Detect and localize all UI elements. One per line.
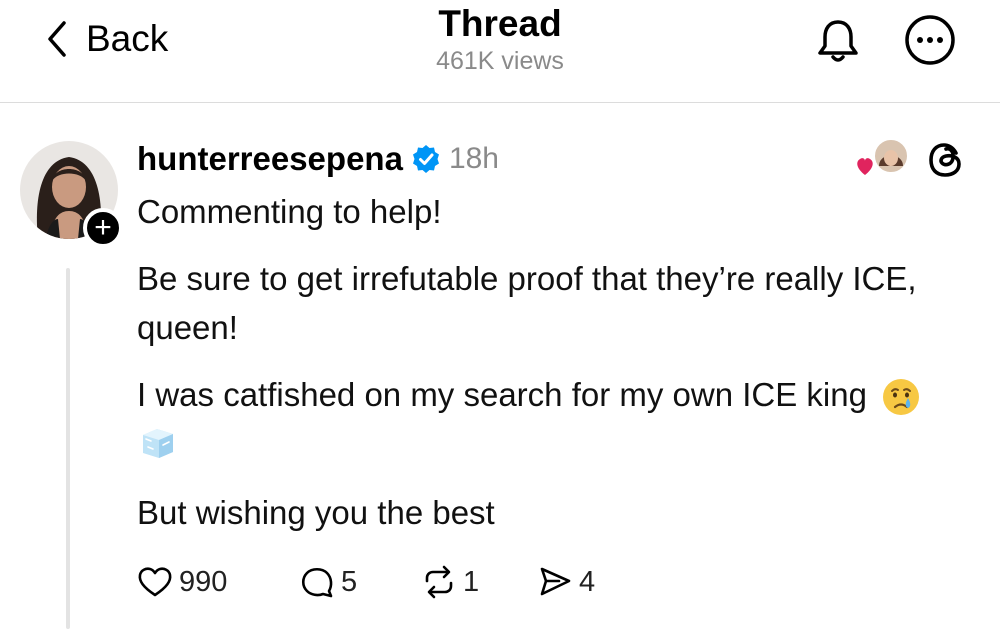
post-header: hunterreesepena 18h: [137, 137, 499, 181]
post-text-line: Commenting to help!: [137, 193, 442, 230]
threads-logo-icon[interactable]: [927, 140, 967, 180]
share-button[interactable]: 4: [537, 560, 595, 604]
bell-icon[interactable]: [813, 16, 863, 66]
share-count: 4: [579, 565, 596, 598]
crying-face-emoji: [882, 379, 919, 416]
reply-count: 5: [341, 565, 358, 598]
share-icon: [540, 567, 571, 596]
liked-by-author-icon: [857, 138, 909, 175]
username[interactable]: hunterreesepena: [137, 140, 403, 178]
back-label: Back: [86, 18, 169, 59]
back-button[interactable]: Back: [44, 14, 168, 64]
header-divider: [0, 102, 1000, 103]
thread-line: [66, 268, 70, 629]
follow-button[interactable]: +: [83, 208, 123, 248]
more-icon[interactable]: [903, 13, 957, 67]
top-bar: Back Thread 461K views: [0, 0, 1000, 104]
repost-count: 1: [463, 565, 480, 598]
ice-cube-emoji: [143, 429, 173, 458]
post-time: 18h: [448, 142, 499, 175]
repost-icon: [425, 565, 453, 599]
post-text-line: queen!: [137, 309, 238, 346]
reply-button[interactable]: 5: [299, 560, 357, 604]
post-text-line: Be sure to get irrefutable proof that th…: [137, 260, 917, 297]
like-button[interactable]: 990: [137, 560, 227, 604]
heart-icon: [138, 567, 172, 597]
post-text-span: I was catfished on my search for my own …: [137, 376, 867, 413]
chevron-left-icon: [48, 21, 66, 57]
post-text-line: I was catfished on my search for my own …: [137, 371, 921, 419]
post-text-line: But wishing you the best: [137, 494, 495, 531]
comment-icon: [301, 567, 333, 598]
verified-badge-icon: [412, 145, 439, 173]
like-count: 990: [179, 565, 228, 598]
repost-button[interactable]: 1: [421, 560, 479, 604]
plus-icon: +: [94, 211, 112, 244]
